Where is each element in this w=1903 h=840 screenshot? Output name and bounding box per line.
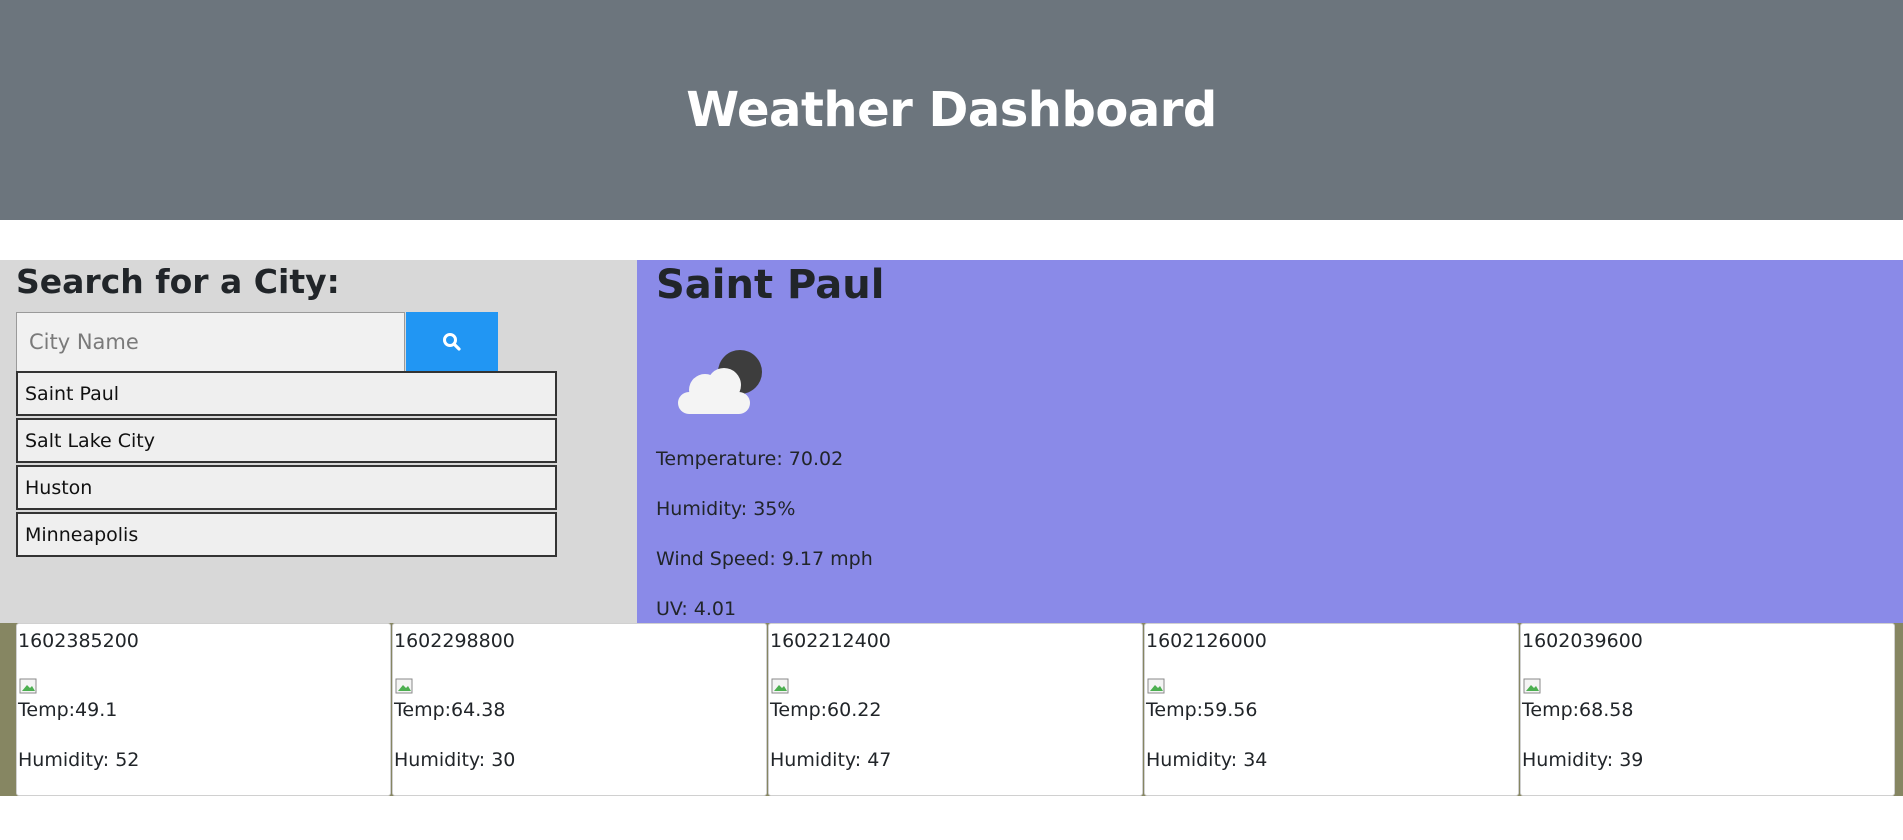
current-wind-speed: Wind Speed: 9.17 mph (656, 548, 873, 570)
forecast-card: 1602298800 Temp:64.38 Humidity: 30 (392, 623, 767, 796)
forecast-temp: Temp:64.38 (394, 699, 506, 721)
page-title: Weather Dashboard (686, 82, 1217, 138)
forecast-date: 1602039600 (1522, 630, 1643, 652)
partly-cloudy-night-icon (678, 350, 762, 414)
forecast-humidity: Humidity: 52 (18, 749, 140, 771)
forecast-date: 1602385200 (18, 630, 139, 652)
history-item-saint-paul[interactable]: Saint Paul (16, 371, 557, 416)
forecast-temp: Temp:49.1 (18, 699, 118, 721)
search-icon (443, 333, 461, 351)
forecast-card: 1602212400 Temp:60.22 Humidity: 47 (768, 623, 1143, 796)
forecast-card: 1602385200 Temp:49.1 Humidity: 52 (16, 623, 391, 796)
search-button[interactable] (406, 312, 498, 372)
broken-image-icon (1147, 678, 1165, 694)
forecast-temp: Temp:68.58 (1522, 699, 1634, 721)
current-uv-index: UV: 4.01 (656, 598, 737, 620)
current-temperature: Temperature: 70.02 (656, 448, 844, 470)
search-history-list: Saint Paul Salt Lake City Huston Minneap… (16, 371, 557, 559)
forecast-date: 1602298800 (394, 630, 515, 652)
history-item-salt-lake-city[interactable]: Salt Lake City (16, 418, 557, 463)
forecast-humidity: Humidity: 34 (1146, 749, 1268, 771)
forecast-card: 1602039600 Temp:68.58 Humidity: 39 (1520, 623, 1895, 796)
broken-image-icon (771, 678, 789, 694)
forecast-card: 1602126000 Temp:59.56 Humidity: 34 (1144, 623, 1519, 796)
search-title: Search for a City: (16, 262, 340, 301)
forecast-date: 1602212400 (770, 630, 891, 652)
forecast-humidity: Humidity: 30 (394, 749, 516, 771)
forecast-temp: Temp:59.56 (1146, 699, 1258, 721)
forecast-date: 1602126000 (1146, 630, 1267, 652)
forecast-humidity: Humidity: 39 (1522, 749, 1644, 771)
current-city-name: Saint Paul (656, 262, 885, 308)
history-item-huston[interactable]: Huston (16, 465, 557, 510)
history-item-minneapolis[interactable]: Minneapolis (16, 512, 557, 557)
broken-image-icon (1523, 678, 1541, 694)
page-header: Weather Dashboard (0, 0, 1903, 220)
forecast-humidity: Humidity: 47 (770, 749, 892, 771)
current-humidity: Humidity: 35% (656, 498, 796, 520)
broken-image-icon (395, 678, 413, 694)
broken-image-icon (19, 678, 37, 694)
forecast-temp: Temp:60.22 (770, 699, 882, 721)
city-search-input[interactable] (16, 312, 405, 372)
